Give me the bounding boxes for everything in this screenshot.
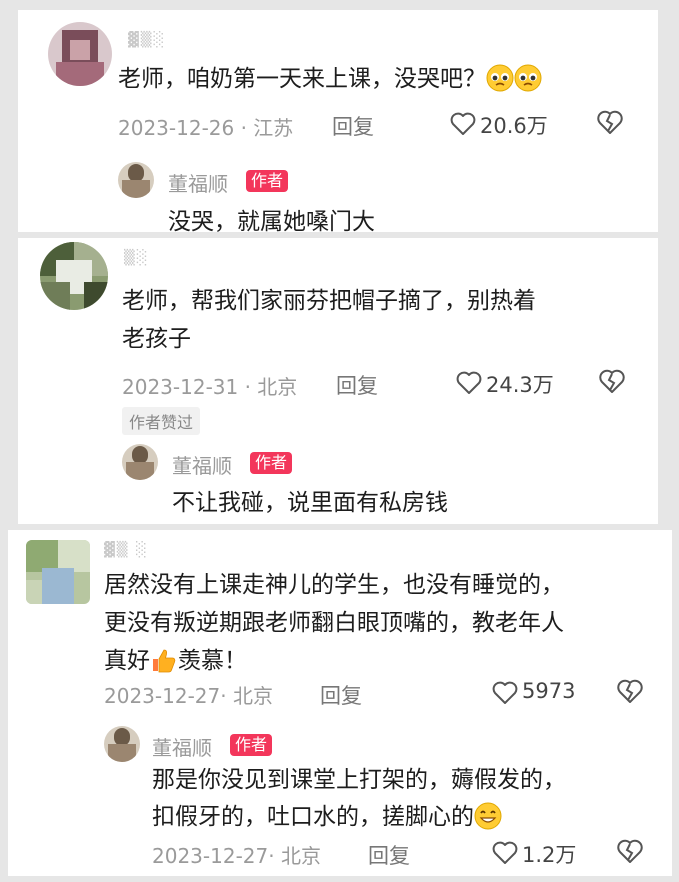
comment-line: 老师，咱奶第一天来上课，没哭吧？ [118, 66, 486, 92]
author-reply-text-line-1: 那是你没见到课堂上打架的，薅假发的， [152, 767, 566, 793]
reply-button[interactable]: 回复 [332, 111, 374, 141]
broken-heart-icon [616, 679, 644, 705]
author-name[interactable]: 董福顺 [168, 168, 228, 197]
author-reply-text: 不让我碰，说里面有私房钱 [172, 490, 448, 516]
dislike-button[interactable] [596, 110, 624, 136]
commenter-name[interactable]: ▓▒░ [128, 32, 166, 48]
author-badge: 作者 [250, 452, 293, 474]
reply-button[interactable]: 回复 [320, 680, 362, 710]
author-reply-text-line-2: 扣假牙的，吐口水的，搓脚心的 [152, 798, 502, 836]
dislike-button[interactable] [616, 839, 644, 865]
heart-outline-icon [456, 371, 482, 395]
heart-outline-icon [492, 841, 518, 865]
broken-heart-icon [616, 839, 644, 865]
author-badge: 作者 [246, 170, 289, 192]
like-count: 1.2万 [522, 843, 577, 867]
thumbs-up-emoji [150, 646, 178, 674]
heart-outline-icon [450, 112, 476, 136]
commenter-avatar[interactable] [26, 540, 90, 604]
comment-text-line-2: 更没有叛逆期跟老师翻白眼顶嘴的，教老年人 [104, 610, 564, 636]
pleading-face-emoji [486, 64, 514, 92]
author-name[interactable]: 董福顺 [152, 732, 212, 761]
reply-date-location: 2023-12-27· 北京 [152, 844, 321, 868]
author-avatar[interactable] [118, 162, 154, 198]
comment-card-3: ▓▒ ░ 居然没有上课走神儿的学生，也没有睡觉的， 更没有叛逆期跟老师翻白眼顶嘴… [8, 530, 672, 876]
comment-text-line-1: 老师，帮我们家丽芬把帽子摘了，别热着 [122, 288, 536, 314]
author-avatar[interactable] [104, 726, 140, 762]
comment-date-location: 2023-12-31 · 北京 [122, 375, 298, 399]
like-count: 20.6万 [480, 114, 548, 138]
comment-text-line-2: 老孩子 [122, 326, 191, 352]
reply-button[interactable]: 回复 [368, 840, 410, 870]
comment-line: 真好 [104, 648, 150, 674]
author-reply-text: 没哭，就属她嗓门大 [168, 209, 375, 235]
broken-heart-icon [596, 110, 624, 136]
author-name[interactable]: 董福顺 [172, 450, 232, 479]
dislike-button[interactable] [598, 369, 626, 395]
comment-text-line-1: 居然没有上课走神儿的学生，也没有睡觉的， [104, 572, 564, 598]
broken-heart-icon [598, 369, 626, 395]
like-count: 5973 [522, 679, 576, 703]
comment-date-location: 2023-12-27· 北京 [104, 684, 273, 708]
author-badge: 作者 [230, 734, 273, 756]
comment-line: 扣假牙的，吐口水的，搓脚心的 [152, 804, 474, 830]
comment-card-2: ▒░ 老师，帮我们家丽芬把帽子摘了，别热着 老孩子 2023-12-31 · 北… [18, 238, 658, 524]
comment-text: 老师，咱奶第一天来上课，没哭吧？ [118, 60, 542, 98]
dislike-button[interactable] [616, 679, 644, 705]
pleading-face-emoji [514, 64, 542, 92]
reply-button[interactable]: 回复 [336, 370, 378, 400]
comment-card-1: ▓▒░ 老师，咱奶第一天来上课，没哭吧？ 2023-12-26 · 江苏 回复 … [18, 10, 658, 235]
author-liked-tag: 作者赞过 [122, 407, 201, 435]
heart-outline-icon [492, 681, 518, 705]
commenter-name[interactable]: ▒░ [124, 250, 150, 266]
commenter-name[interactable]: ▓▒ ░ [104, 542, 149, 558]
grinning-emoji [474, 802, 502, 830]
author-avatar[interactable] [122, 444, 158, 480]
like-count: 24.3万 [486, 373, 554, 397]
comment-date-location: 2023-12-26 · 江苏 [118, 116, 294, 140]
comment-line: 羡慕！ [178, 648, 247, 674]
commenter-avatar[interactable] [40, 242, 108, 310]
commenter-avatar[interactable] [48, 22, 112, 86]
comment-text-line-3: 真好 羡慕！ [104, 642, 247, 680]
